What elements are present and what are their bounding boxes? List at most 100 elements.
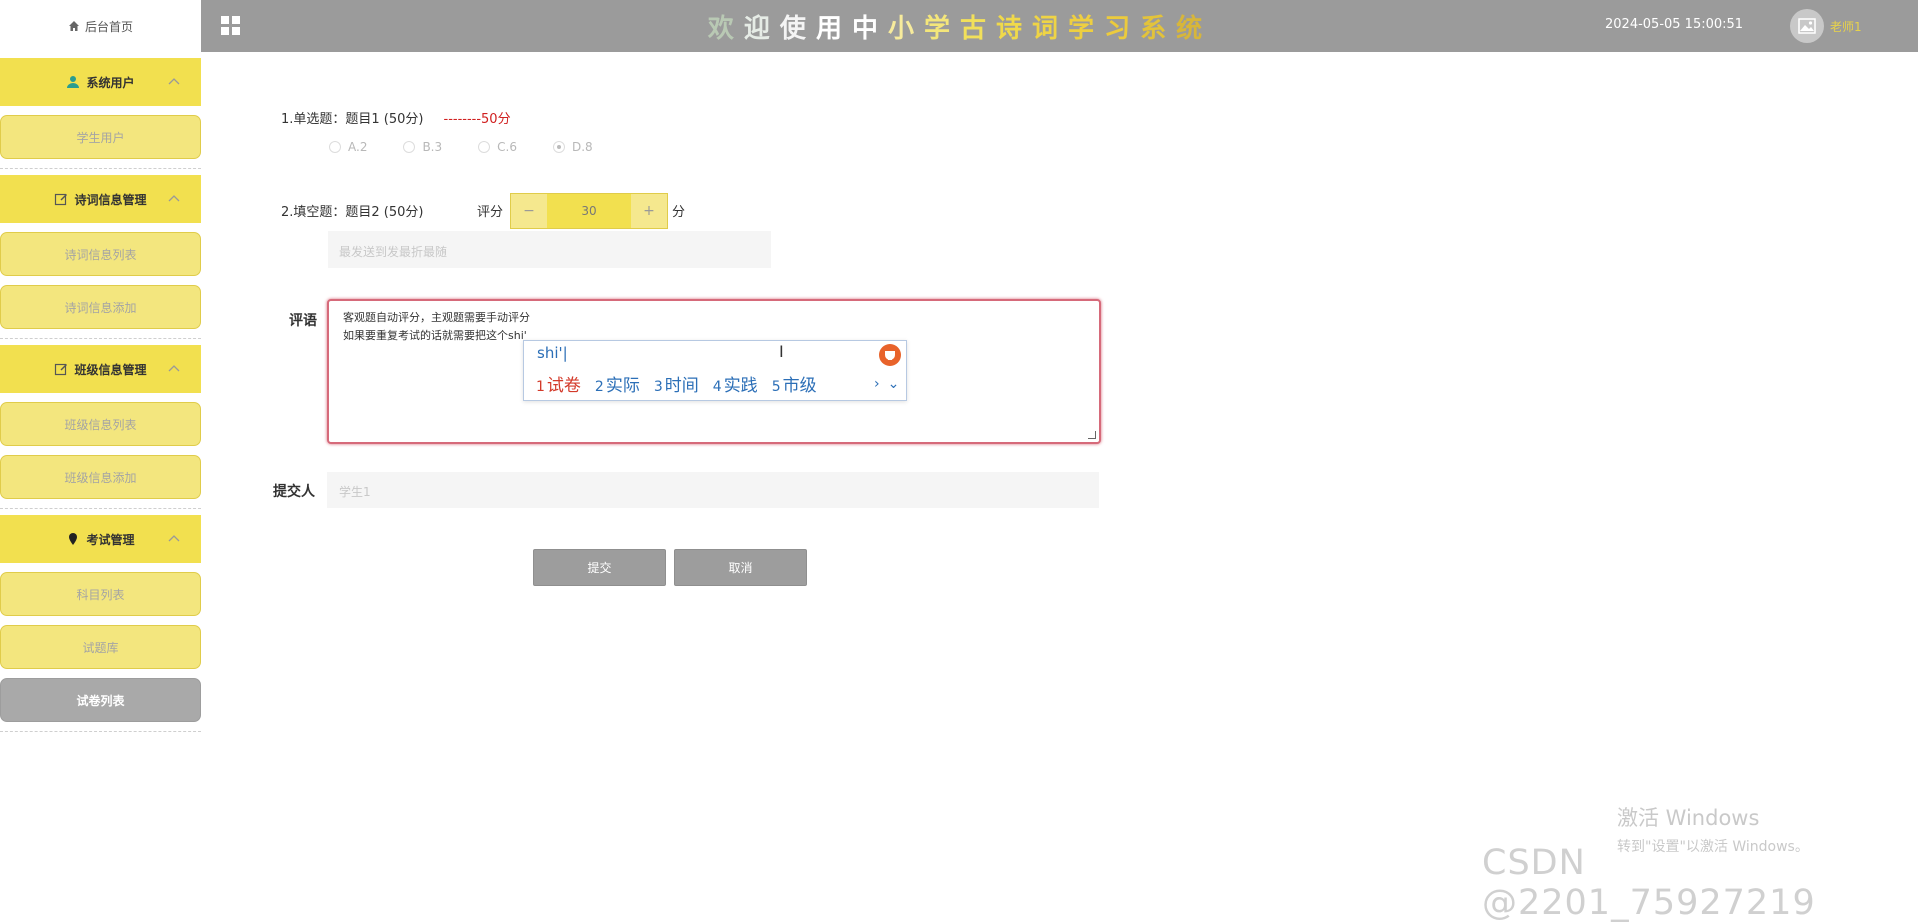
title-char: 迎 (743, 13, 780, 44)
radio-circle[interactable] (403, 141, 416, 153)
title-char: 学 (923, 13, 960, 44)
sidebar-group-0[interactable]: 系统用户 (0, 58, 201, 106)
radio-label: D.8 (571, 140, 593, 154)
edit-icon (54, 362, 68, 376)
ime-candidate-text: 实际 (605, 376, 640, 396)
csdn-watermark: CSDN @2201_75927219 (1482, 843, 1816, 923)
question-1-text: 1.单选题：题目1 (50分) (281, 112, 424, 127)
sidebar: 系统用户学生用户诗词信息管理诗词信息列表 诗词信息添加班级信息管理班级信息列表 班级… (0, 52, 201, 732)
image-icon (1798, 18, 1816, 34)
question-2-answer: 最发送到发最折最随 (328, 231, 771, 268)
title-char: 欢 (707, 13, 744, 44)
pin-icon (66, 532, 80, 546)
radio-circle[interactable] (552, 141, 565, 153)
title-char: 使 (779, 13, 816, 44)
home-label: 后台首页 (84, 19, 133, 34)
text-cursor-icon: I (779, 342, 784, 361)
ime-logo-icon[interactable] (879, 344, 901, 366)
decrease-button[interactable]: − (511, 194, 547, 228)
question-1-title: 1.单选题：题目1 (50分) --------50分 (281, 108, 511, 127)
ime-candidate-text: 时间 (664, 376, 699, 396)
sidebar-item[interactable]: 试题库 (0, 625, 201, 669)
score-input[interactable]: 30 (547, 194, 631, 228)
home-icon (68, 21, 79, 31)
sidebar-group-3[interactable]: 考试管理 (0, 515, 201, 563)
ime-navigation: › ⌄ (874, 376, 907, 392)
sidebar-item[interactable]: 诗词信息添加 (0, 285, 201, 329)
ime-candidate-text: 实践 (723, 376, 758, 396)
ime-candidate-popup: shi'| 1 试卷 2 实际 3 时间 4 实践 5 市级 › ⌄ (523, 340, 907, 401)
sidebar-group-label: 诗词信息管理 (74, 192, 147, 207)
comment-line-1: 客观题自动评分，主观题需要手动评分 (343, 311, 530, 324)
current-datetime: 2024-05-05 15:00:51 (1605, 17, 1744, 32)
ime-candidate[interactable]: 4 实践 (713, 371, 758, 396)
increase-button[interactable]: + (631, 194, 667, 228)
title-char: 学 (1068, 13, 1105, 44)
submit-button[interactable]: 提交 (533, 549, 666, 586)
ime-candidate-text: 试卷 (546, 376, 581, 396)
user-name: 老师1 (1830, 19, 1862, 34)
sidebar-divider (0, 508, 201, 509)
ime-composition: shi'| (537, 344, 568, 362)
sidebar-item[interactable]: 诗词信息列表 (0, 232, 201, 276)
sidebar-divider (0, 168, 201, 169)
title-char: 词 (1032, 13, 1069, 44)
sidebar-item[interactable]: 学生用户 (0, 115, 201, 159)
radio-option[interactable]: C.6 (478, 140, 517, 154)
user-icon (66, 75, 80, 89)
ime-next-page-icon[interactable]: › (874, 376, 880, 392)
windows-activation-title: 激活 Windows (1617, 806, 1760, 830)
chevron-up-icon (168, 78, 180, 85)
ime-candidates: 1 试卷 2 实际 3 时间 4 实践 5 市级 (536, 371, 831, 396)
radio-label: A.2 (348, 140, 368, 154)
radio-circle[interactable] (478, 141, 491, 153)
radio-option[interactable]: A.2 (329, 140, 367, 154)
menu-grid-icon[interactable] (221, 16, 241, 36)
ime-candidate[interactable]: 1 试卷 (536, 371, 581, 396)
edit-icon (54, 192, 68, 206)
question-1-options: A.2 B.3 C.6 D.8 (329, 140, 629, 154)
sidebar-item[interactable]: 班级信息列表 (0, 402, 201, 446)
cancel-button[interactable]: 取消 (674, 549, 807, 586)
avatar (1790, 9, 1824, 43)
ime-expand-icon[interactable]: ⌄ (888, 376, 900, 392)
chevron-up-icon (168, 365, 180, 372)
ime-candidate-number: 3 (653, 379, 663, 395)
sidebar-group-label: 系统用户 (86, 75, 135, 90)
sidebar-group-1[interactable]: 诗词信息管理 (0, 175, 201, 223)
ime-candidate-number: 5 (771, 379, 781, 395)
sidebar-item[interactable]: 科目列表 (0, 572, 201, 616)
score-label: 评分 (477, 205, 504, 220)
cup-icon (885, 351, 895, 360)
title-char: 用 (815, 13, 852, 44)
radio-option[interactable]: D.8 (552, 140, 593, 154)
question-2-title: 2.填空题：题目2 (50分) (281, 205, 424, 220)
title-char: 中 (851, 13, 888, 44)
sidebar-group-2[interactable]: 班级信息管理 (0, 345, 201, 393)
title-char: 古 (960, 13, 997, 44)
ime-candidate-number: 4 (712, 379, 722, 395)
chevron-up-icon (168, 535, 180, 542)
ime-candidate[interactable]: 5 市级 (772, 371, 817, 396)
score-stepper: − 30 + (510, 193, 668, 229)
ime-candidate[interactable]: 3 时间 (654, 371, 699, 396)
sidebar-item[interactable]: 班级信息添加 (0, 455, 201, 499)
sidebar-group-label: 班级信息管理 (74, 362, 147, 377)
site-title: 欢迎使用中小学古诗词学习系统 (500, 6, 1420, 46)
title-char: 小 (887, 13, 924, 44)
sidebar-divider (0, 731, 201, 732)
title-char: 统 (1176, 13, 1213, 44)
home-link[interactable]: 后台首页 (0, 0, 201, 52)
ime-candidate[interactable]: 2 实际 (595, 371, 640, 396)
submitter-label: 提交人 (273, 484, 315, 500)
submitter-input[interactable]: 学生1 (327, 472, 1099, 508)
radio-option[interactable]: B.3 (403, 140, 442, 154)
chevron-up-icon (168, 195, 180, 202)
resize-handle[interactable] (1088, 431, 1096, 439)
radio-circle[interactable] (329, 141, 341, 153)
ime-candidate-text: 市级 (782, 376, 817, 396)
user-menu[interactable]: 老师1 (1790, 9, 1862, 43)
sidebar-item[interactable]: 试卷列表 (0, 678, 201, 722)
title-char: 诗 (996, 13, 1033, 44)
title-char: 系 (1140, 13, 1177, 44)
